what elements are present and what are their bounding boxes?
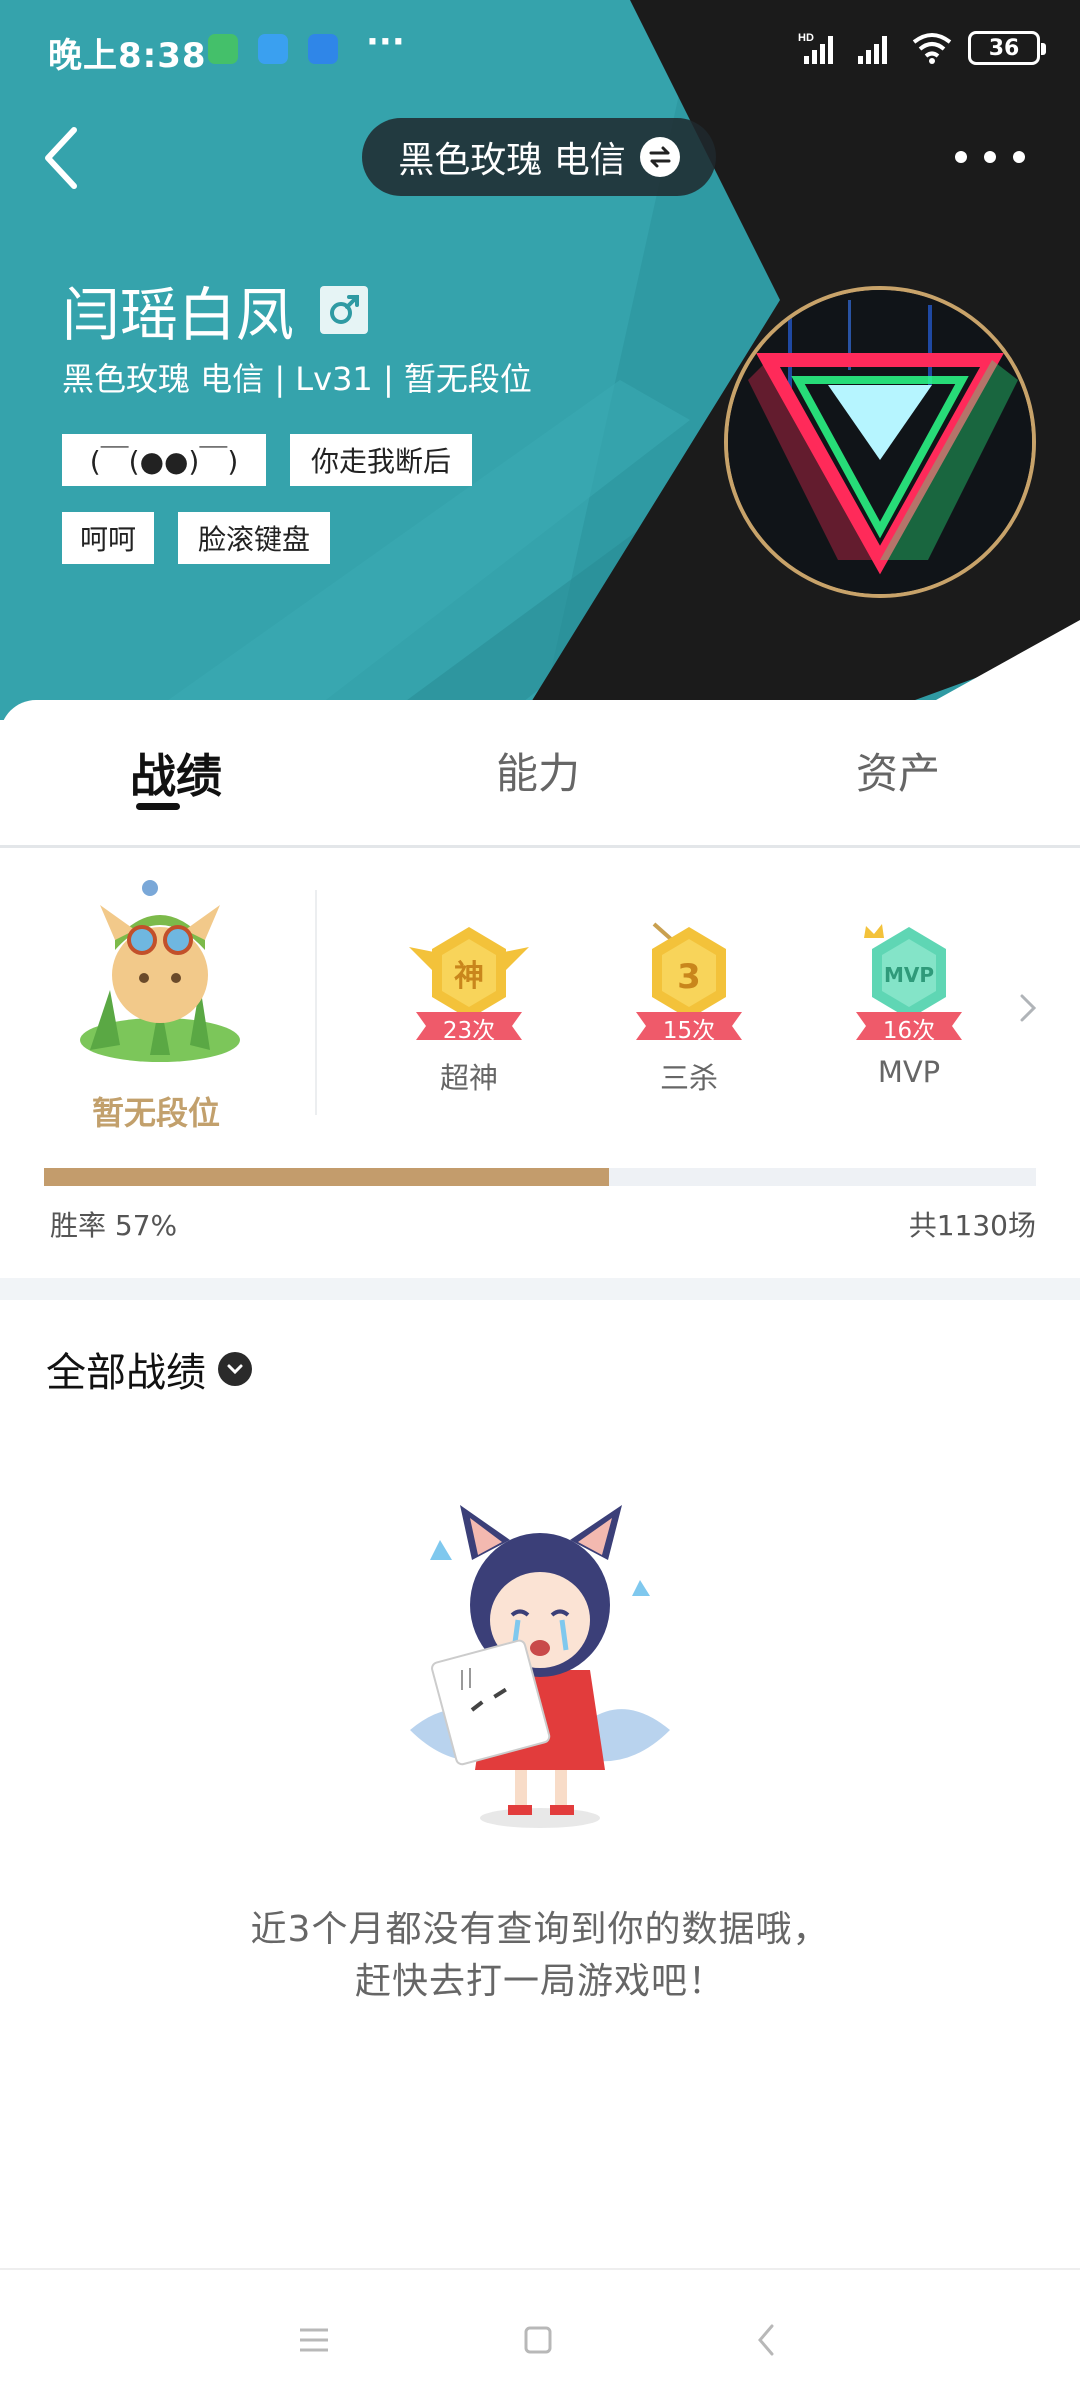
records-filter-dropdown[interactable]: 全部战绩 xyxy=(46,1340,252,1398)
profile-tag: 脸滚键盘 xyxy=(178,512,330,564)
store-app-icon xyxy=(258,34,288,64)
empty-state-mascot-image xyxy=(410,1505,670,1828)
badge-label: 三杀 xyxy=(659,1061,718,1095)
badge-icon-text: 3 xyxy=(677,957,701,997)
swap-icon xyxy=(639,137,680,177)
server-label: 黑色玫瑰 电信 xyxy=(398,140,626,181)
winrate-bar xyxy=(44,1168,1036,1186)
badge-icon-text: MVP xyxy=(884,963,934,987)
back-arrow-icon xyxy=(758,2324,774,2356)
winrate-label: 胜率 57% xyxy=(50,1209,178,1242)
security-app-icon xyxy=(208,34,238,64)
active-tab-indicator xyxy=(136,803,180,810)
avatar[interactable] xyxy=(724,286,1036,598)
rank-label: 暂无段位 xyxy=(92,1094,221,1132)
avatar-image xyxy=(728,290,1032,594)
winrate-bar-fill xyxy=(44,1168,610,1186)
badge-label: 超神 xyxy=(439,1061,498,1095)
profile-tag: 呵呵 xyxy=(62,512,154,564)
profile-header: 晚上8:38 ··· HD 36 黑色玫瑰 电信 闫瑶白凤 黑色玫瑰 电信 | … xyxy=(0,0,1080,720)
server-switch-button[interactable]: 黑色玫瑰 电信 xyxy=(362,118,716,196)
signal-hd-icon: HD xyxy=(798,32,833,64)
home-icon xyxy=(524,2326,552,2354)
battery-level: 36 xyxy=(988,35,1020,61)
tab-records[interactable]: 战绩 xyxy=(130,740,222,806)
badge-label: MVP xyxy=(877,1055,941,1089)
badge-count: 23次 xyxy=(442,1018,496,1044)
badge-count: 16次 xyxy=(882,1018,936,1044)
profile-tag: 你走我断后 xyxy=(290,434,472,486)
badge-count: 15次 xyxy=(662,1018,716,1044)
total-games: 共1130场 xyxy=(908,1209,1036,1242)
status-time: 晚上8:38 xyxy=(48,36,207,76)
tab-assets[interactable]: 资产 xyxy=(856,740,940,801)
download-app-icon xyxy=(308,34,338,64)
home-button[interactable] xyxy=(508,2315,568,2365)
male-icon xyxy=(320,286,369,334)
nav-divider xyxy=(0,2268,1080,2270)
recent-apps-button[interactable] xyxy=(284,2315,344,2365)
divider xyxy=(315,890,317,1115)
profile-tag: (￣(●●)￣) xyxy=(62,434,266,486)
system-back-button[interactable] xyxy=(736,2315,796,2365)
network-label: HD xyxy=(798,32,814,44)
back-button[interactable] xyxy=(36,118,96,198)
chevron-right-icon[interactable] xyxy=(1016,990,1040,1026)
signal-icon xyxy=(858,36,887,64)
wifi-icon xyxy=(912,33,952,64)
divider xyxy=(0,845,1080,848)
empty-message-line-1: 近3个月都没有查询到你的数据哦， xyxy=(250,1909,830,1950)
player-meta: 黑色玫瑰 电信 | Lv31 | 暂无段位 xyxy=(62,360,532,398)
tab-ability[interactable]: 能力 xyxy=(496,740,580,801)
records-title: 全部战绩 xyxy=(46,1350,206,1396)
section-divider xyxy=(0,1278,1080,1300)
badge-icon-text: 神 xyxy=(454,959,484,994)
player-name-row: 闫瑶白凤 xyxy=(62,268,369,352)
player-name: 闫瑶白凤 xyxy=(62,281,295,349)
more-options-button[interactable] xyxy=(955,135,1025,179)
chevron-down-icon xyxy=(218,1352,252,1386)
empty-message-line-2: 赶快去打一局游戏吧！ xyxy=(354,1961,725,2002)
back-arrow-icon xyxy=(45,127,77,189)
rank-mascot-image[interactable] xyxy=(60,880,260,1070)
more-notifications-icon: ··· xyxy=(366,22,405,62)
battery-icon: 36 xyxy=(968,31,1046,65)
menu-icon xyxy=(300,2328,328,2352)
status-bar: 晚上8:38 ··· HD 36 xyxy=(0,0,1080,100)
status-indicators: HD 36 xyxy=(798,30,1046,66)
more-icon xyxy=(955,151,967,163)
